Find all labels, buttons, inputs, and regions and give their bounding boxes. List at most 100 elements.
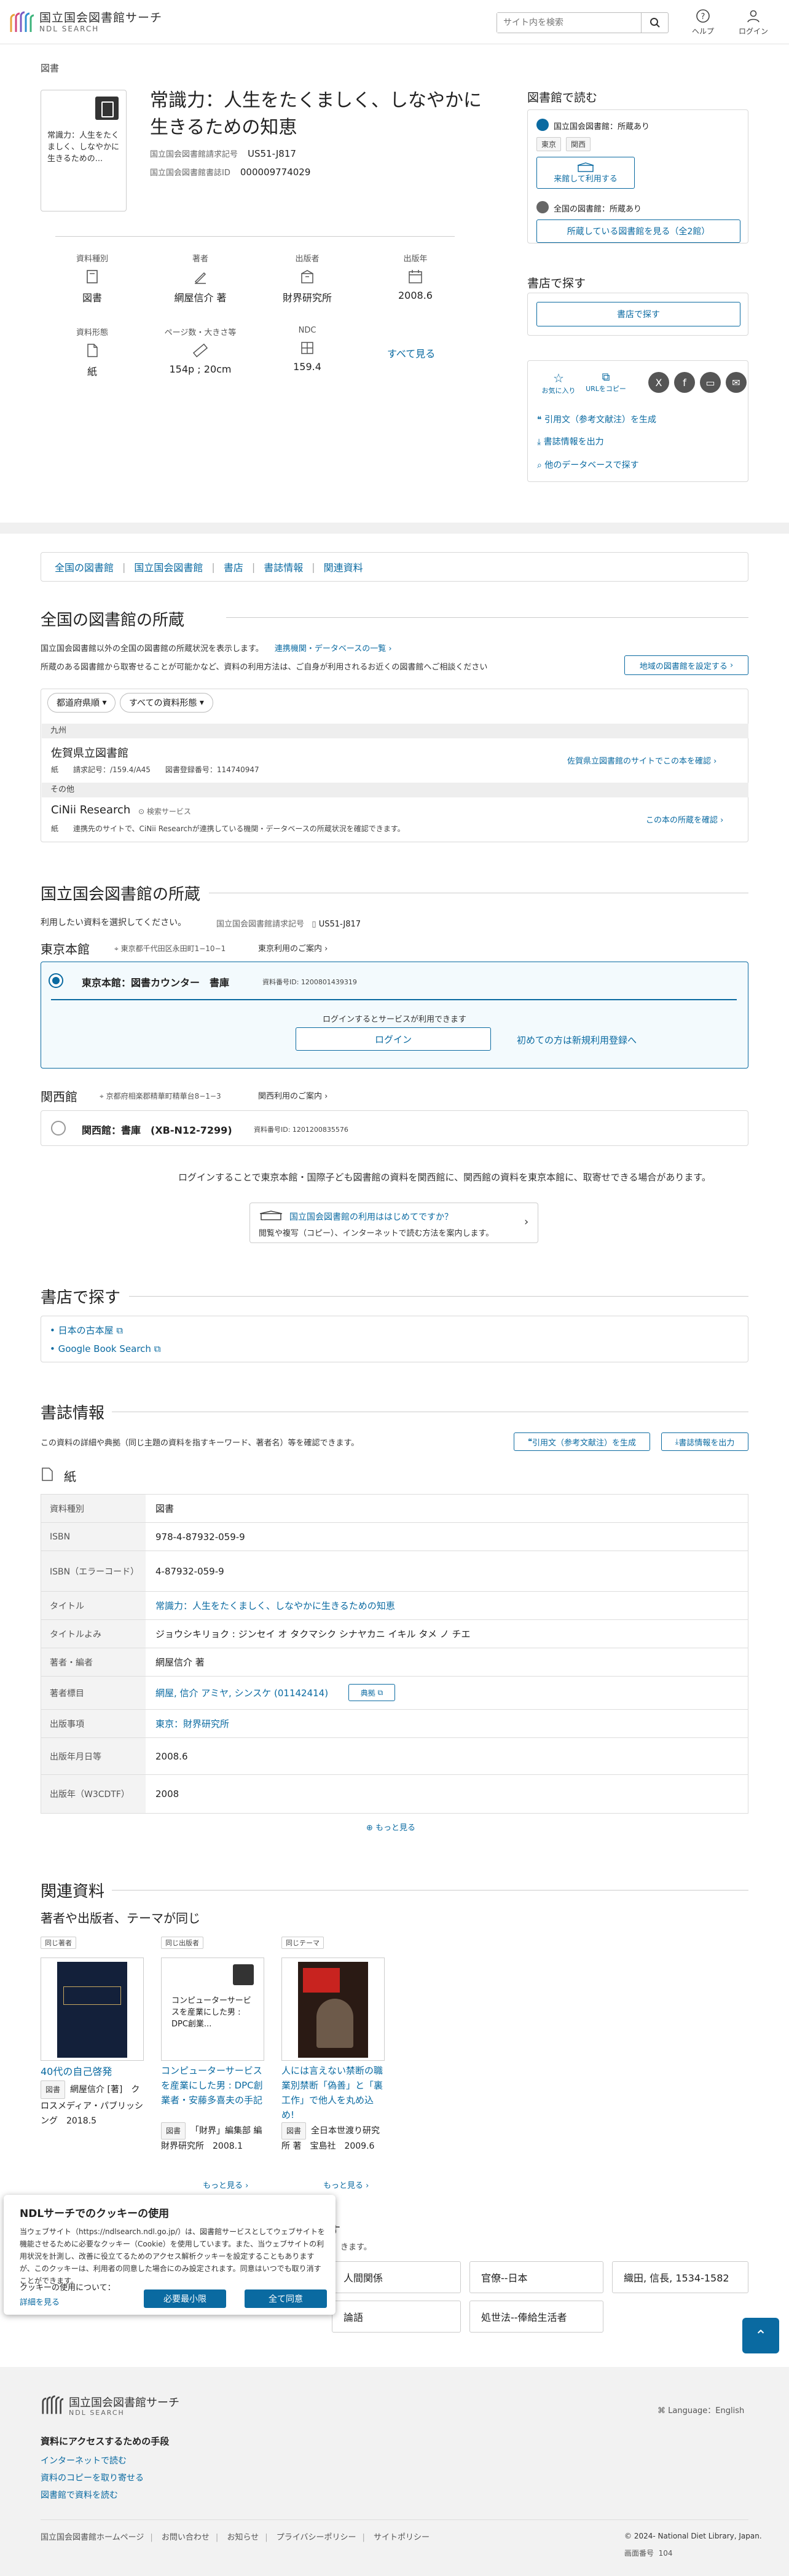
info-label: 資料種別 <box>76 255 108 264</box>
ndl-logo-icon[interactable] <box>9 10 36 34</box>
subject-chip[interactable]: 織田, 信長, 1534-1582 <box>612 2261 748 2293</box>
login-button[interactable]: ログイン <box>735 9 772 36</box>
material-form-dropdown[interactable]: すべての資料形態 ▾ <box>120 693 213 713</box>
bib-title-link[interactable]: 常識力：人生をたくましく、しなやかに生きるための知恵 <box>155 1592 395 1619</box>
cover-placeholder: 常識力：人生をたくましく、しなやかに生きるための... <box>41 90 127 211</box>
tokyo-guide-link[interactable]: 東京利用のご案内 › <box>258 942 328 954</box>
find-in-bookstore-button[interactable]: 書店で探す <box>536 302 740 326</box>
bib-author-heading-link[interactable]: 網屋, 信介 アミヤ, シンスケ (01142414) <box>155 1677 328 1709</box>
related-item[interactable]: 同じ出版者 コンピューターサービスを産業にした男 : DPC創業... コンピュ… <box>161 1937 270 2151</box>
generate-citation-link[interactable]: ❝ 引用文（参考文献注）を生成 <box>537 413 656 425</box>
library-name-cinii[interactable]: CiNii Research <box>51 804 130 816</box>
site-search-input[interactable] <box>497 13 640 33</box>
favorite-button[interactable]: ☆ お気に入り <box>540 371 577 395</box>
bib-citation-label: 引用文（参考文献注）を生成 <box>532 1438 636 1448</box>
copy-url-button[interactable]: ⧉ URLをコピー <box>584 371 627 393</box>
first-time-guide-card[interactable]: 国立国会図書館の利用ははじめてですか？ 閲覧や複写（コピー）、インターネットで読… <box>249 1203 538 1243</box>
footer-contact-link[interactable]: お問い合わせ <box>162 2533 210 2542</box>
search-service-badge: ⊙ 検索サービス <box>138 807 191 816</box>
screen-number-label: 画面番号 <box>624 2549 654 2558</box>
footer-ndl-home-link[interactable]: 国立国会図書館ホームページ <box>41 2533 144 2542</box>
kansai-guide-link[interactable]: 関西利用のご案内 › <box>258 1089 328 1101</box>
ndl-logo-icon[interactable] <box>41 2394 65 2416</box>
related-title[interactable]: コンピューターサービスを産業にした男 : DPC創業者・安藤多喜夫の手記 <box>161 2063 265 2108</box>
section-divider-band <box>0 523 789 534</box>
subject-chip[interactable]: 論語 <box>332 2301 461 2333</box>
cinii-check-label: この本の所蔵を確認 <box>646 816 718 825</box>
subject-chip[interactable]: 官僚--日本 <box>469 2261 603 2293</box>
bib-generate-citation-button[interactable]: ❝ 引用文（参考文献注）を生成 <box>514 1432 650 1451</box>
bib-publisher-link[interactable]: 東京：財界研究所 <box>155 1710 229 1737</box>
footer-news-link[interactable]: お知らせ <box>227 2533 259 2542</box>
kansai-item-location: 関西館：書庫 (XB-N12-7299) <box>82 1124 232 1136</box>
library-name-saga[interactable]: 佐賀県立図書館 <box>51 745 128 761</box>
help-label: ヘルプ <box>691 27 714 36</box>
related-title[interactable]: 人には言えない禁断の職業別禁断「偽善」と「裏工作」で他人を丸め込め! <box>281 2063 386 2122</box>
related-item[interactable]: 同じテーマ 人には言えない禁断の職業別禁断「偽善」と「裏工作」で他人を丸め込め!… <box>281 1937 386 2151</box>
site-search-button[interactable] <box>641 13 668 33</box>
cookie-details-link[interactable]: 詳細を見る <box>20 2296 60 2307</box>
register-link[interactable]: 初めての方は新規利用登録へ <box>517 1033 637 1046</box>
nav-related[interactable]: 関連資料 <box>324 559 363 574</box>
sort-prefecture-dropdown[interactable]: 都道府県順 ▾ <box>47 693 116 713</box>
related-title[interactable]: 40代の自己啓発 <box>41 2063 112 2078</box>
see-all-link[interactable]: すべて見る <box>387 346 435 360</box>
subject-chip[interactable]: 処世法--俸給生活者 <box>469 2301 603 2333</box>
nav-ndl[interactable]: 国立国会図書館 <box>134 559 203 574</box>
visit-library-button[interactable]: 来館して利用する <box>536 157 635 189</box>
call-number-line: 国立国会図書館請求記号 US51-J817 <box>150 148 296 159</box>
nav-bookstore[interactable]: 書店 <box>224 559 243 574</box>
info-label: 出版年 <box>403 255 428 264</box>
partner-db-list-link[interactable]: 連携機関・データベースの一覧 <box>275 644 386 654</box>
footer-read-at-library-link[interactable]: 図書館で資料を読む <box>41 2489 118 2501</box>
chevron-right-icon: › <box>524 1215 529 1228</box>
back-to-top-button[interactable]: ⌃ <box>742 2318 779 2353</box>
export-bib-link[interactable]: ⤓ 書誌情報を出力 <box>537 435 604 448</box>
related-more-link[interactable]: もっと見る › <box>203 2179 248 2191</box>
google-book-search-link[interactable]: • Google Book Search ⧉ <box>50 1343 160 1354</box>
saga-library-site-link[interactable]: 佐賀県立図書館のサイトでこの本を確認 › <box>567 754 716 766</box>
set-region-library-button[interactable]: 地域の図書館を設定する › <box>624 655 748 675</box>
bib-form-label: 紙 <box>64 1469 76 1484</box>
visit-library-label: 来館して利用する <box>554 174 618 184</box>
tokyo-item-radio[interactable] <box>49 973 63 988</box>
book-type-icon <box>87 270 98 283</box>
bib-show-more-link[interactable]: ⊕ もっと見る <box>366 1821 415 1833</box>
bib-export-button[interactable]: ⤓ 書誌情報を出力 <box>661 1432 748 1451</box>
ndl-holdings-heading: 国立国会図書館の所蔵 <box>41 885 201 904</box>
cookie-accept-all-button[interactable]: 全て同意 <box>245 2290 327 2308</box>
language-switch[interactable]: ⌘ Language：English <box>658 2404 744 2416</box>
related-item[interactable]: 同じ著者 40代の自己啓発 図書 網屋信介 [著] クロスメディア・パブリッシング… <box>41 1937 145 2133</box>
help-button[interactable]: ? ヘルプ <box>685 9 721 36</box>
cinii-check-link[interactable]: この本の所蔵を確認 › <box>646 813 723 825</box>
footer-logo-text[interactable]: 国立国会図書館サーチ <box>69 2394 179 2410</box>
footer-read-online-link[interactable]: インターネットで読む <box>41 2454 127 2467</box>
facebook-share-icon[interactable]: f <box>674 372 695 393</box>
material-type-breadcrumb: 図書 <box>41 63 60 74</box>
site-logo-text[interactable]: 国立国会図書館サーチ <box>39 9 162 25</box>
search-icon <box>650 18 660 28</box>
cookie-necessary-button[interactable]: 必要最小限 <box>144 2290 226 2308</box>
authority-button[interactable]: 典拠 ⧉ <box>348 1684 395 1701</box>
x-share-icon[interactable]: X <box>648 372 669 393</box>
other-database-link[interactable]: ⌕ 他のデータベースで探す <box>537 459 639 471</box>
email-share-icon[interactable]: ✉ <box>726 372 747 393</box>
footer-order-copy-link[interactable]: 資料のコピーを取り寄せる <box>41 2471 144 2484</box>
footer-site-policy-link[interactable]: サイトポリシー <box>374 2533 430 2542</box>
info-label: 出版者 <box>295 255 320 264</box>
line-share-icon[interactable]: ▭ <box>700 372 721 393</box>
related-more-link[interactable]: もっと見る › <box>323 2179 369 2191</box>
subject-chip[interactable]: 人間関係 <box>332 2261 461 2293</box>
nihon-no-furuhonya-link[interactable]: • 日本の古本屋 ⧉ <box>50 1324 123 1337</box>
tokyo-item-panel: 東京本館：図書カウンター 書庫 資料番号ID: 1200801439319 ログ… <box>41 962 748 1069</box>
subject-desc-tail: きます。 <box>340 2243 372 2252</box>
login-cta-button[interactable]: ログイン <box>296 1027 491 1051</box>
nav-national-libraries[interactable]: 全国の図書館 <box>55 559 114 574</box>
info-divider <box>55 236 455 237</box>
see-holding-libraries-button[interactable]: 所蔵している図書館を見る（全2館） <box>536 219 740 243</box>
kansai-item-radio[interactable] <box>51 1121 66 1136</box>
info-label: 資料形態 <box>76 328 108 338</box>
nav-bib-info[interactable]: 書誌情報 <box>264 559 303 574</box>
footer-privacy-link[interactable]: プライバシーポリシー <box>277 2533 356 2542</box>
library-saga-meta: 紙 請求記号：/159.4/A45 図書登録番号：114740947 <box>51 765 259 774</box>
